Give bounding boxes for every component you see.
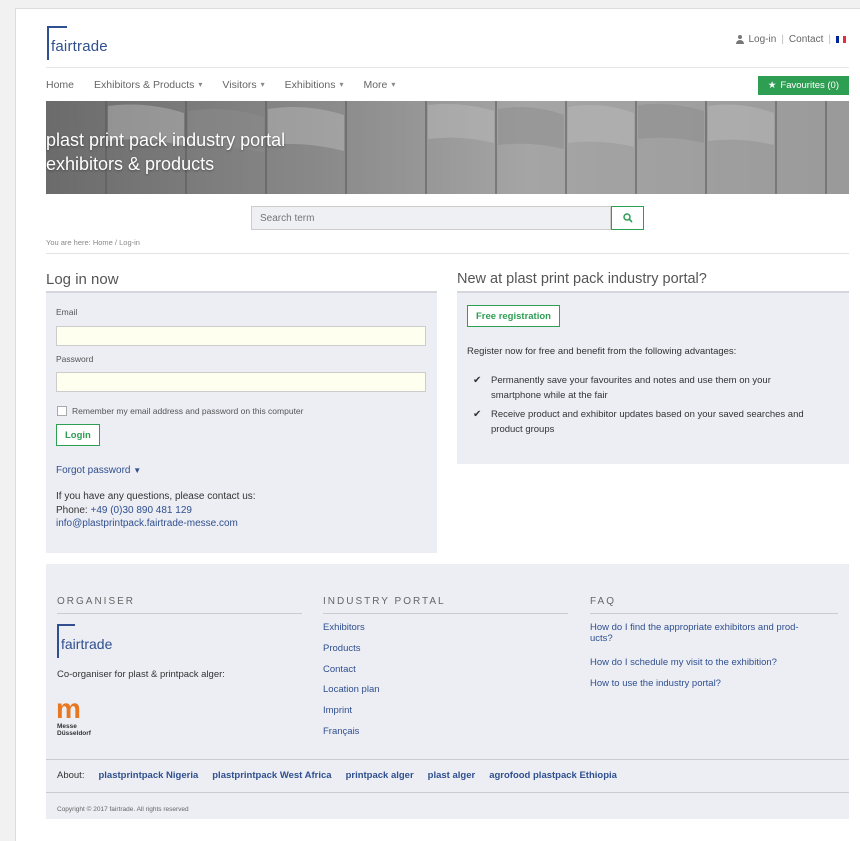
footer-link-contact[interactable]: Contact — [323, 664, 356, 675]
checkmark-icon: ✔ — [473, 375, 482, 386]
about-link-printpack-alger[interactable]: printpack alger — [346, 770, 414, 781]
footer-link-products[interactable]: Products — [323, 643, 361, 654]
about-link-ethiopia[interactable]: agrofood plastpack Ethiopia — [489, 770, 617, 781]
favourites-button[interactable]: ★ Favourites (0) — [757, 76, 849, 95]
chevron-down-icon: ▾ — [339, 80, 344, 89]
header-links: Log-in | Contact | — [735, 34, 847, 45]
about-links: About: plastprintpack Nigeria plastprint… — [57, 770, 617, 781]
chevron-down-icon: ▾ — [198, 80, 203, 89]
register-intro: Register now for free and benefit from t… — [467, 346, 737, 357]
separator: | — [781, 34, 784, 45]
footer-link-exhibitors[interactable]: Exhibitors — [323, 622, 365, 633]
french-flag-icon[interactable] — [836, 36, 846, 43]
password-field[interactable] — [56, 372, 426, 392]
nav-exhibitors-products[interactable]: Exhibitors & Products ▾ — [94, 79, 202, 91]
password-label: Password — [56, 354, 94, 364]
advantage-item: ✔ Receive product and exhibitor updates … — [473, 409, 804, 435]
footer-link-location-plan[interactable]: Location plan — [323, 684, 380, 695]
separator: | — [828, 34, 831, 45]
register-panel: Free registration Register now for free … — [457, 291, 849, 464]
industry-portal-heading: INDUSTRY PORTAL — [323, 596, 446, 607]
page: fairtrade Log-in | Contact | Home Exhibi… — [15, 8, 860, 841]
divider — [57, 613, 302, 614]
divider — [46, 253, 849, 254]
messe-duesseldorf-logo[interactable]: m Messe Düsseldorf — [56, 695, 106, 738]
search-button[interactable] — [611, 206, 644, 230]
divider — [46, 759, 849, 760]
search-bar — [251, 206, 644, 230]
login-form: Email Password Remember my email address… — [46, 291, 437, 553]
hero-banner: plast print pack industry portal exhibit… — [46, 101, 849, 194]
remember-checkbox[interactable] — [57, 406, 67, 416]
email-label: Email — [56, 307, 78, 317]
fairtrade-logo[interactable]: fairtrade — [47, 26, 129, 60]
breadcrumb: You are here: Home / Log-in — [46, 238, 140, 247]
nav-visitors[interactable]: Visitors ▾ — [222, 79, 264, 91]
remember-label: Remember my email address and password o… — [72, 406, 304, 416]
register-heading: New at plast print pack industry portal? — [457, 271, 707, 287]
contact-link[interactable]: Contact — [789, 34, 823, 45]
divider — [46, 792, 849, 793]
about-link-plast-alger[interactable]: plast alger — [428, 770, 476, 781]
organiser-heading: ORGANISER — [57, 596, 136, 607]
free-registration-button[interactable]: Free registration — [467, 305, 560, 327]
footer: ORGANISER fairtrade Co-organiser for pla… — [46, 564, 849, 819]
main-nav: Home Exhibitors & Products ▾ Visitors ▾ Ex… — [46, 67, 849, 101]
faq-heading: FAQ — [590, 596, 617, 607]
footer-fairtrade-logo[interactable]: fairtrade — [57, 624, 137, 658]
coorganiser-text: Co-organiser for plast & printpack alger… — [57, 669, 225, 680]
star-icon: ★ — [767, 80, 777, 91]
checkmark-icon: ✔ — [473, 409, 482, 420]
logo-text: fairtrade — [51, 38, 108, 55]
divider — [590, 613, 838, 614]
nav-exhibitions[interactable]: Exhibitions ▾ — [285, 79, 344, 91]
faq-link-find-exhibitors[interactable]: How do I find the appropriate exhibitors… — [590, 622, 799, 644]
footer-link-imprint[interactable]: Imprint — [323, 705, 352, 716]
forgot-password-link[interactable]: Forgot password ▼ — [56, 465, 141, 476]
search-input[interactable] — [251, 206, 611, 230]
advantage-item: ✔ Permanently save your favourites and n… — [473, 375, 771, 401]
contact-info: If you have any questions, please contac… — [56, 491, 256, 531]
copyright: Copyright © 2017 fairtrade. All rights r… — [57, 806, 189, 813]
search-icon — [622, 213, 633, 223]
login-link[interactable]: Log-in — [749, 34, 777, 45]
chevron-down-icon: ▾ — [391, 80, 396, 89]
caret-down-icon: ▼ — [133, 466, 142, 475]
footer-link-francais[interactable]: Français — [323, 726, 359, 737]
hero-title: plast print pack industry portal exhibit… — [46, 130, 286, 174]
email-field[interactable] — [56, 326, 426, 346]
phone-link[interactable]: +49 (0)30 890 481 129 — [90, 505, 191, 516]
faq-link-use-portal[interactable]: How to use the industry portal? — [590, 678, 721, 689]
email-link[interactable]: info@plastprintpack.fairtrade-messe.com — [56, 517, 256, 531]
about-link-nigeria[interactable]: plastprintpack Nigeria — [98, 770, 198, 781]
nav-more[interactable]: More ▾ — [363, 79, 395, 91]
login-heading: Log in now — [46, 271, 119, 288]
login-button[interactable]: Login — [56, 424, 100, 446]
nav-home[interactable]: Home — [46, 79, 74, 91]
faq-link-schedule-visit[interactable]: How do I schedule my visit to the exhibi… — [590, 657, 777, 668]
chevron-down-icon: ▾ — [260, 80, 265, 89]
user-icon — [735, 35, 744, 44]
divider — [323, 613, 568, 614]
about-link-west-africa[interactable]: plastprintpack West Africa — [212, 770, 331, 781]
